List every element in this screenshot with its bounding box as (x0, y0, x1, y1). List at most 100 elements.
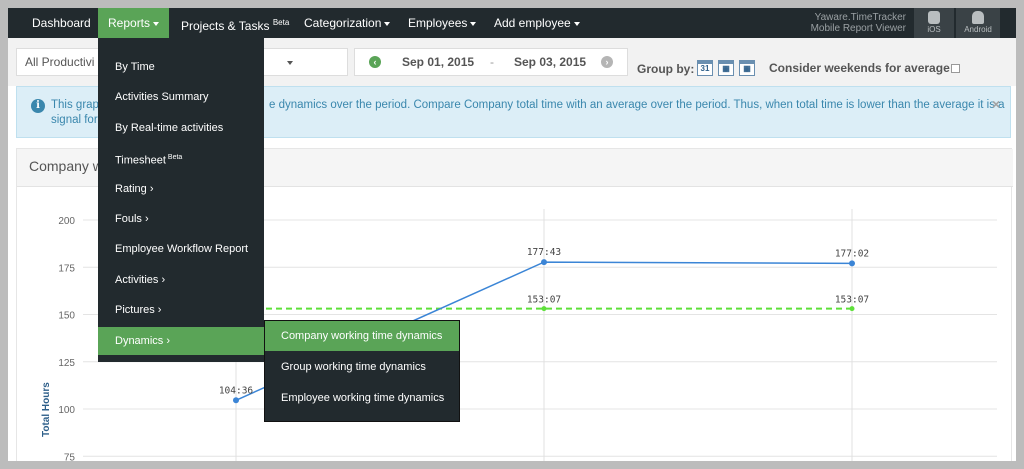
apple-icon (928, 11, 940, 24)
card-title: Company w (29, 158, 103, 174)
ios-app-button[interactable]: iOS (914, 8, 954, 38)
android-label: Android (964, 25, 992, 34)
weekends-label: Consider weekends for average (769, 61, 950, 75)
menu-item-label: Fouls (115, 213, 142, 225)
average-data-point (849, 306, 855, 312)
menu-item-timesheet[interactable]: Timesheet Beta (98, 144, 264, 172)
nav-employees-label: Employees (408, 16, 468, 30)
menu-item-label: By Time (115, 61, 155, 73)
average-data-point (541, 306, 547, 312)
nav-dashboard[interactable]: Dashboard (32, 8, 91, 38)
menu-item-label: By Real-time activities (115, 121, 224, 134)
menu-item-employee-workflow-report[interactable]: Employee Workflow Report (98, 235, 264, 263)
beta-badge: Beta (165, 154, 183, 162)
dynamics-submenu: Company working time dynamics Group worki… (264, 320, 460, 422)
chevron-right-icon: › (158, 273, 166, 286)
nav-categorization[interactable]: Categorization (304, 8, 391, 38)
average-data-label: 153:07 (835, 295, 869, 306)
chevron-right-icon: › (154, 304, 162, 317)
menu-item-fouls[interactable]: Fouls › (98, 205, 264, 233)
android-app-button[interactable]: Android (956, 8, 1000, 38)
menu-item-label: Employee Workflow Report (115, 243, 249, 256)
menu-item-activities-summary[interactable]: Activities Summary (98, 83, 264, 111)
submenu-item-label: Company working time dynamics (281, 330, 443, 342)
submenu-item-group-working-time-dynamics[interactable]: Group working time dynamics (265, 352, 459, 382)
nav-categorization-label: Categorization (304, 16, 382, 30)
average-data-label: 153:07 (527, 295, 561, 306)
next-period-icon[interactable]: › (601, 56, 613, 68)
y-tick-label: 125 (58, 358, 75, 369)
nav-reports-label: Reports (108, 16, 151, 30)
menu-item-activities[interactable]: Activities › (98, 266, 264, 294)
total-data-label: 177:02 (835, 248, 869, 259)
date-range-picker: ‹ Sep 01, 2015 - Sep 03, 2015 › (354, 48, 628, 76)
calendar-week-icon[interactable]: ▦ (718, 60, 734, 76)
app-root: Dashboard Reports Projects & Tasks Beta … (8, 8, 1016, 461)
total-data-point (541, 259, 547, 266)
menu-item-label: Rating (115, 182, 147, 195)
brand-line1: Yaware.TimeTracker (814, 12, 906, 23)
ios-label: iOS (927, 25, 941, 34)
total-data-point (849, 260, 855, 267)
y-tick-label: 175 (58, 263, 75, 274)
menu-item-pictures[interactable]: Pictures › (98, 296, 264, 324)
android-icon (972, 11, 984, 24)
nav-projects-label: Projects & Tasks (181, 19, 270, 33)
chevron-down-icon (573, 21, 580, 26)
chevron-right-icon: › (141, 213, 149, 225)
submenu-item-label: Group working time dynamics (281, 361, 426, 373)
menu-item-dynamics[interactable]: Dynamics › (98, 326, 264, 355)
submenu-item-company-working-time-dynamics[interactable]: Company working time dynamics (265, 321, 459, 351)
productivity-value: All Productivi (25, 55, 95, 69)
total-data-point (233, 397, 239, 404)
info-text-line1-end: e dynamics over the period. Compare Comp… (269, 99, 1005, 111)
date-to[interactable]: Sep 03, 2015 (514, 55, 586, 69)
menu-item-label: Dynamics (115, 334, 164, 347)
y-axis-label: Total Hours (41, 382, 52, 437)
info-icon: i (31, 99, 45, 113)
nav-dashboard-label: Dashboard (32, 16, 91, 30)
beta-badge: Beta (272, 18, 290, 27)
mobile-report-viewer-brand: Yaware.TimeTracker Mobile Report Viewer (778, 12, 906, 34)
nav-projects-tasks[interactable]: Projects & Tasks Beta (181, 8, 289, 38)
y-tick-label: 150 (58, 311, 75, 322)
nav-reports[interactable]: Reports (98, 8, 170, 38)
y-tick-label: 200 (58, 216, 75, 227)
chevron-right-icon: › (146, 182, 154, 195)
brand-line2: Mobile Report Viewer (810, 23, 906, 34)
chevron-right-icon: › (163, 334, 171, 347)
y-tick-label: 75 (64, 452, 76, 463)
menu-item-label: Activities (115, 273, 159, 286)
menu-item-label: Pictures (115, 304, 155, 317)
calendar-month-icon[interactable]: ▦ (739, 60, 755, 76)
chevron-down-icon (470, 21, 477, 26)
close-icon[interactable]: × (992, 96, 1000, 112)
date-separator: - (490, 55, 494, 69)
date-from[interactable]: Sep 01, 2015 (402, 55, 474, 69)
submenu-item-employee-working-time-dynamics[interactable]: Employee working time dynamics (265, 383, 459, 413)
menu-item-label: Timesheet (115, 154, 166, 167)
menu-item-by-time[interactable]: By Time (98, 53, 264, 81)
reports-dropdown-menu: By Time Activities Summary By Real-time ac… (98, 38, 264, 362)
menu-item-label: Activities Summary (115, 91, 209, 104)
chevron-down-icon (153, 21, 160, 26)
menu-item-rating[interactable]: Rating › (98, 175, 264, 203)
y-tick-label: 100 (58, 405, 75, 416)
menu-item-by-real-time-activities[interactable]: By Real-time activities (98, 114, 264, 142)
chevron-down-icon (384, 21, 391, 26)
submenu-item-label: Employee working time dynamics (281, 392, 445, 404)
calendar-day-number: 31 (700, 64, 710, 73)
total-data-label: 177:43 (527, 247, 561, 258)
calendar-day-icon[interactable]: 31 (697, 60, 713, 76)
nav-employees[interactable]: Employees (408, 8, 477, 38)
top-navigation: Dashboard Reports Projects & Tasks Beta … (8, 8, 1016, 38)
info-text-line2: signal for (51, 114, 98, 126)
group-by-label: Group by: (637, 62, 695, 76)
previous-period-icon[interactable]: ‹ (369, 56, 381, 68)
weekends-checkbox[interactable] (951, 64, 960, 73)
window-frame: Dashboard Reports Projects & Tasks Beta … (0, 0, 1024, 469)
chevron-down-icon[interactable] (287, 61, 293, 65)
nav-add-employee[interactable]: Add employee (494, 8, 580, 38)
nav-add-employee-label: Add employee (494, 16, 571, 30)
total-data-label: 104:36 (219, 385, 254, 396)
